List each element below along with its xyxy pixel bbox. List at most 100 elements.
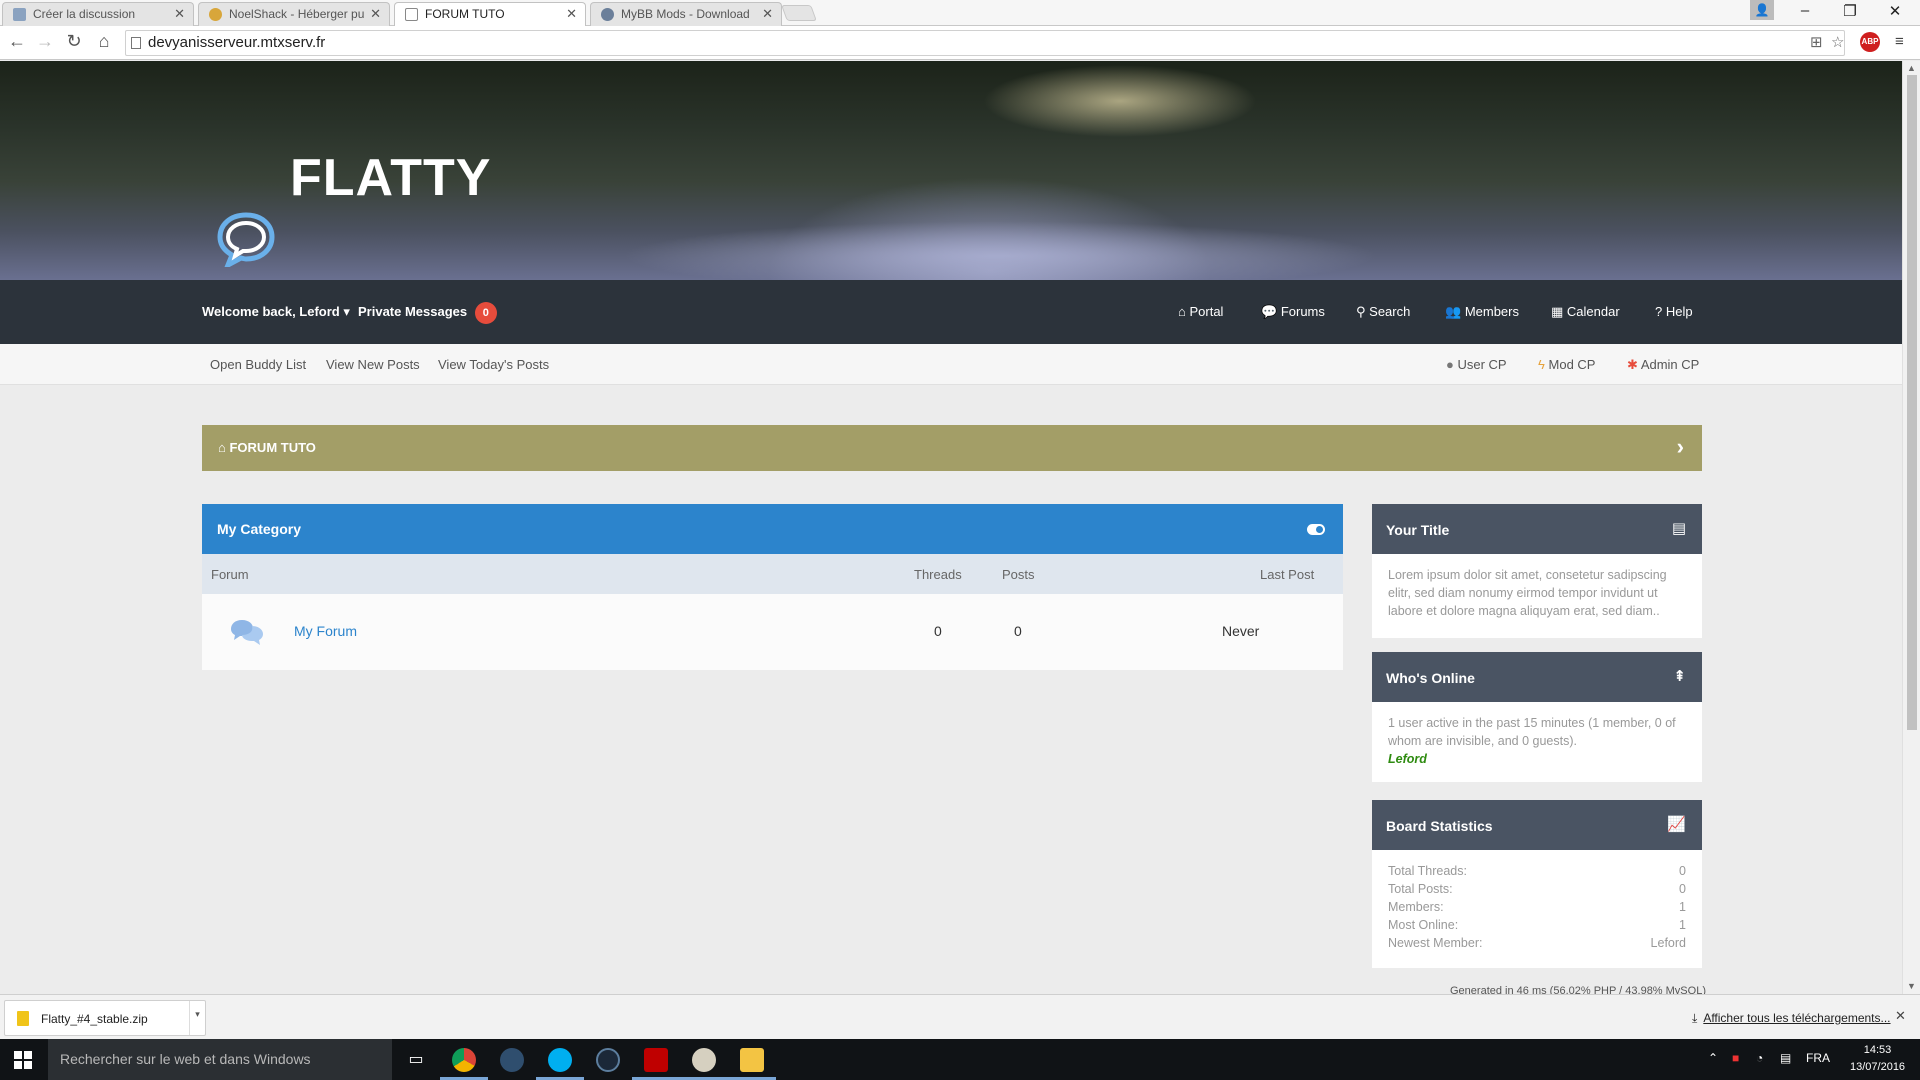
- online-user-link[interactable]: Leford: [1388, 750, 1686, 768]
- windows-start-icon[interactable]: [14, 1051, 32, 1069]
- breadcrumb-label: FORUM TUTO: [229, 440, 316, 455]
- language-indicator[interactable]: FRA: [1806, 1051, 1830, 1065]
- adblock-plus-icon[interactable]: ABP: [1860, 32, 1880, 52]
- chevron-right-icon[interactable]: ›: [1677, 434, 1684, 460]
- close-tab-icon[interactable]: ✕: [762, 3, 773, 25]
- pm-label: Private Messages: [358, 304, 468, 319]
- category-title[interactable]: My Category: [217, 521, 301, 537]
- block-title: Your Title: [1386, 522, 1450, 538]
- help-icon: ?: [1655, 304, 1663, 319]
- file-explorer-taskbar-icon[interactable]: [728, 1039, 776, 1080]
- sidebar-header: Board Statistics 📈: [1372, 800, 1702, 850]
- view-todays-posts-link[interactable]: View Today's Posts: [438, 357, 549, 372]
- minimize-icon[interactable]: –: [1785, 2, 1825, 19]
- bookmark-star-icon[interactable]: ☆: [1831, 33, 1844, 51]
- translate-icon[interactable]: ⊞: [1810, 33, 1823, 51]
- speech-bubbles-logo-icon[interactable]: [216, 211, 276, 267]
- table-row: My Forum 0 0 Never: [202, 594, 1343, 670]
- noelshack-favicon-icon: [209, 8, 222, 21]
- close-tab-icon[interactable]: ✕: [174, 3, 185, 25]
- nav-members[interactable]: 👥 Members: [1445, 304, 1519, 320]
- task-view-icon[interactable]: ▭: [392, 1039, 440, 1080]
- home-icon[interactable]: ⌂: [93, 31, 115, 52]
- profile-icon[interactable]: 👤: [1750, 0, 1774, 20]
- mod-cp-link[interactable]: ϟ Mod CP: [1538, 357, 1595, 372]
- welcome-user-menu[interactable]: Welcome back, Leford ▾: [202, 304, 350, 320]
- close-window-icon[interactable]: ✕: [1875, 2, 1915, 20]
- close-tab-icon[interactable]: ✕: [370, 3, 381, 25]
- close-downloads-icon[interactable]: ✕: [1895, 1008, 1906, 1024]
- site-logo-text[interactable]: FLATTY: [290, 148, 491, 208]
- forward-icon[interactable]: →: [34, 31, 56, 52]
- chrome-menu-icon[interactable]: ≡: [1895, 33, 1904, 50]
- paint-taskbar-icon[interactable]: [680, 1039, 728, 1080]
- open-buddy-list-link[interactable]: Open Buddy List: [210, 357, 306, 372]
- new-tab-button[interactable]: [781, 5, 817, 21]
- nav-forums[interactable]: 💬 Forums: [1261, 304, 1325, 320]
- sidebar-header: Your Title ▤: [1372, 504, 1702, 554]
- scroll-up-icon[interactable]: ▲: [1907, 63, 1916, 73]
- newest-member-link[interactable]: Leford: [1651, 934, 1686, 952]
- nav-label: Calendar: [1566, 304, 1620, 319]
- user-icon: ●: [1446, 357, 1454, 372]
- block-body: Total Threads: 0 Total Posts: 0 Members: 1 …: [1372, 850, 1702, 968]
- browser-tab-active[interactable]: FORUM TUTO ✕: [394, 2, 586, 27]
- browser-tab[interactable]: MyBB Mods - Download ✕: [590, 2, 782, 26]
- tab-title: Créer la discussion: [33, 7, 136, 21]
- show-hidden-icons[interactable]: ⌃: [1708, 1051, 1718, 1065]
- column-header: Threads: [914, 567, 962, 582]
- link-label: Afficher tous les téléchargements...: [1703, 1011, 1891, 1025]
- admin-cp-link[interactable]: ✱ Admin CP: [1627, 357, 1699, 373]
- private-messages-link[interactable]: Private Messages 0: [358, 302, 497, 324]
- nav-portal[interactable]: ⌂ Portal: [1178, 304, 1223, 319]
- nav-search[interactable]: ⚲ Search: [1356, 304, 1410, 320]
- scrollbar-thumb[interactable]: [1907, 75, 1917, 730]
- restore-icon[interactable]: ❐: [1830, 2, 1870, 20]
- browser-tab[interactable]: NoelShack - Héberger pu ✕: [198, 2, 390, 26]
- close-tab-icon[interactable]: ✕: [566, 3, 577, 25]
- chrome-taskbar-icon[interactable]: [440, 1039, 488, 1080]
- stat-row: Total Posts: 0: [1388, 880, 1686, 898]
- forum-link[interactable]: My Forum: [294, 623, 357, 639]
- stat-value: 0: [1679, 882, 1686, 896]
- threads-count: 0: [934, 623, 942, 639]
- taskbar-search-box[interactable]: Rechercher sur le web et dans Windows: [48, 1039, 392, 1080]
- vertical-scrollbar[interactable]: ▲ ▼: [1902, 61, 1920, 994]
- forum-category: My Category Forum Threads Posts Last Pos…: [202, 504, 1343, 670]
- page-favicon-icon: [405, 8, 418, 21]
- stat-value: 0: [1679, 864, 1686, 878]
- nav-calendar[interactable]: ▦ Calendar: [1551, 304, 1620, 320]
- show-all-downloads-link[interactable]: ⤓ Afficher tous les téléchargements...: [1692, 1011, 1891, 1026]
- back-icon[interactable]: ←: [6, 31, 28, 52]
- header-banner: FLATTY: [0, 61, 1902, 280]
- reload-icon[interactable]: ↻: [63, 31, 85, 52]
- banner-road-image: [620, 221, 1380, 280]
- nav-help[interactable]: ? Help: [1655, 304, 1693, 319]
- wifi-icon[interactable]: ◔: [1756, 1051, 1763, 1065]
- collapse-toggle-icon[interactable]: [1307, 524, 1325, 535]
- stat-label: Total Threads:: [1388, 864, 1467, 878]
- download-item[interactable]: Flatty_#4_stable.zip ▾: [4, 1000, 206, 1036]
- sidebar-header: Who's Online ⇞: [1372, 652, 1702, 702]
- home-icon: ⌂: [1178, 304, 1186, 319]
- tab-title: NoelShack - Héberger pu: [229, 7, 365, 21]
- browser-tab[interactable]: Créer la discussion ✕: [2, 2, 194, 26]
- steam-taskbar-icon[interactable]: [584, 1039, 632, 1080]
- antivirus-tray-icon[interactable]: ■: [1732, 1051, 1739, 1065]
- view-new-posts-link[interactable]: View New Posts: [326, 357, 420, 372]
- notification-icon[interactable]: ▤: [1780, 1051, 1791, 1065]
- filezilla-taskbar-icon[interactable]: [632, 1039, 680, 1080]
- column-header: Last Post: [1260, 567, 1315, 582]
- taskbar-clock[interactable]: 14:53 13/07/2016: [1850, 1042, 1905, 1076]
- teamspeak-taskbar-icon[interactable]: [488, 1039, 536, 1080]
- scroll-down-icon[interactable]: ▼: [1907, 981, 1916, 991]
- breadcrumb-home-link[interactable]: ⌂ FORUM TUTO: [218, 440, 316, 455]
- user-cp-link[interactable]: ● User CP: [1446, 357, 1507, 372]
- skype-taskbar-icon[interactable]: [536, 1039, 584, 1080]
- mybb-favicon-icon: [601, 8, 614, 21]
- stat-value: 1: [1679, 900, 1686, 914]
- address-bar[interactable]: devyanisserveur.mtxserv.fr: [125, 30, 1845, 56]
- chevron-down-icon[interactable]: ▾: [189, 1001, 205, 1035]
- nav-label: Help: [1665, 304, 1693, 319]
- pm-count-badge: 0: [474, 302, 497, 324]
